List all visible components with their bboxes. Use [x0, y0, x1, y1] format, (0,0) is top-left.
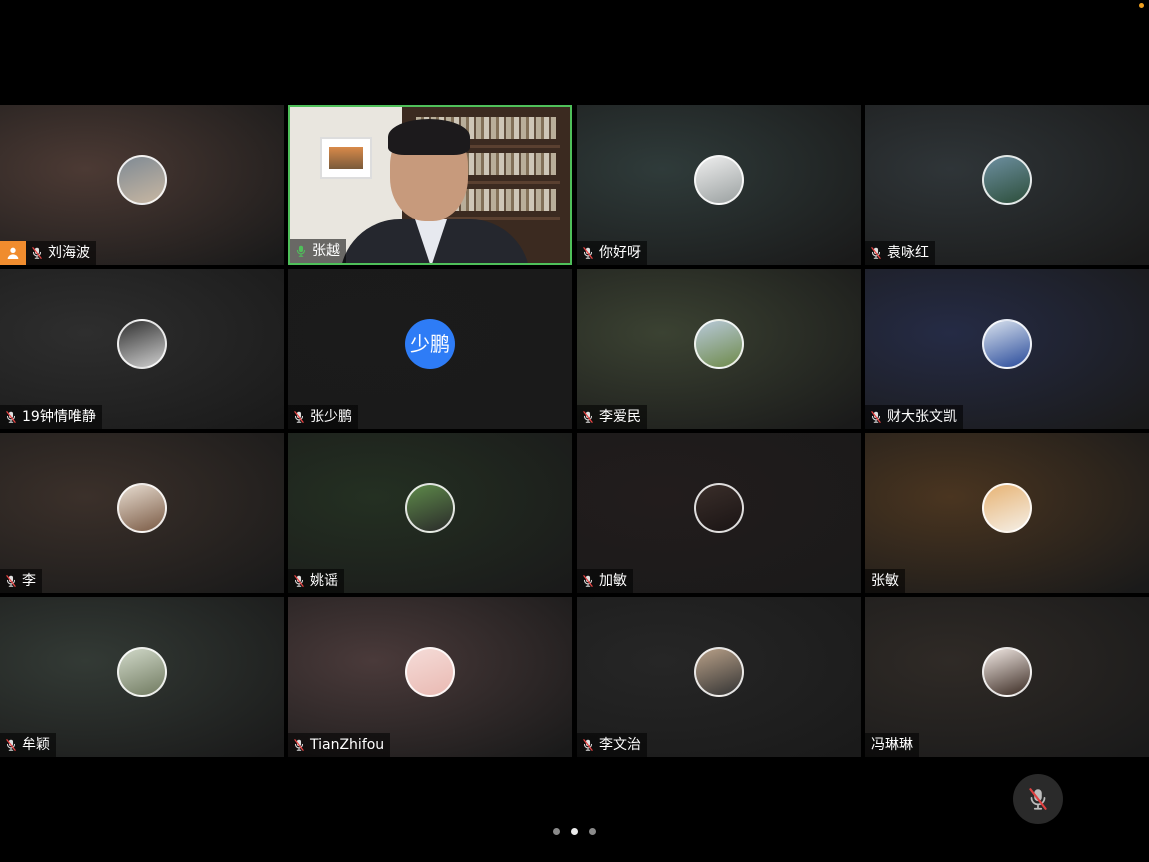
mic-off-icon [292, 574, 306, 588]
participant-name-tag: 加敏 [577, 569, 633, 593]
participant-name-tag: 牟颖 [0, 733, 56, 757]
participant-name-tag: 财大张文凯 [865, 405, 963, 429]
host-badge [0, 241, 26, 265]
mic-off-icon [30, 246, 44, 260]
participant-name: 李爱民 [599, 409, 641, 425]
participant-tile[interactable]: 冯琳琳 [865, 597, 1149, 757]
participant-name-tag: 袁咏红 [865, 241, 935, 265]
avatar [982, 319, 1032, 369]
participant-name: 19钟情唯静 [22, 409, 96, 425]
avatar [117, 483, 167, 533]
participant-name: 姚谣 [310, 573, 338, 589]
participant-name: 财大张文凯 [887, 409, 957, 425]
participant-name-tag: 李文治 [577, 733, 647, 757]
avatar [694, 483, 744, 533]
avatar [694, 647, 744, 697]
avatar [117, 319, 167, 369]
mic-off-icon [869, 246, 883, 260]
participant-tile[interactable]: 袁咏红 [865, 105, 1149, 265]
participant-name-tag: 张敏 [865, 569, 905, 593]
participant-tile[interactable]: 李 [0, 433, 284, 593]
page-dot[interactable] [571, 828, 578, 835]
mic-off-icon [581, 410, 595, 424]
participant-name: 李 [22, 573, 36, 589]
mic-off-icon [292, 410, 306, 424]
avatar [117, 647, 167, 697]
participant-name: 张少鹏 [310, 409, 352, 425]
participant-tile[interactable]: 姚谣 [288, 433, 572, 593]
video-grid: 刘海波 张越 你好呀 袁咏红 19钟情唯静 少鹏 张少鹏 李爱民 财大张文凯李姚谣 加敏 张敏 牟颖 T… [0, 105, 1149, 757]
mic-off-icon [4, 738, 18, 752]
participant-name-tag: 刘海波 [26, 241, 96, 265]
participant-name: 加敏 [599, 573, 627, 589]
participant-name-tag: 你好呀 [577, 241, 647, 265]
participant-name-tag: TianZhifou [288, 733, 391, 757]
participant-name: 刘海波 [48, 245, 90, 261]
mic-off-icon [4, 410, 18, 424]
mic-off-icon [869, 410, 883, 424]
page-dot[interactable] [589, 828, 596, 835]
participant-name-tag: 张少鹏 [288, 405, 358, 429]
participant-tile[interactable]: 张敏 [865, 433, 1149, 593]
page-dot[interactable] [553, 828, 560, 835]
participant-tile[interactable]: 李文治 [577, 597, 861, 757]
wall-picture [320, 137, 372, 179]
participant-name-tag: 冯琳琳 [865, 733, 919, 757]
page-indicator[interactable] [0, 828, 1149, 835]
mic-off-icon [292, 738, 306, 752]
participant-name: 张越 [312, 243, 340, 259]
participant-name: 袁咏红 [887, 245, 929, 261]
participant-name: 你好呀 [599, 245, 641, 261]
mic-off-icon [581, 574, 595, 588]
avatar [982, 155, 1032, 205]
person-icon [7, 247, 19, 259]
participant-tile[interactable]: 张越 [288, 105, 572, 265]
participant-tile[interactable]: TianZhifou [288, 597, 572, 757]
participant-tile[interactable]: 加敏 [577, 433, 861, 593]
participant-name-tag: 张越 [290, 239, 346, 263]
mic-off-icon [1029, 788, 1047, 810]
participant-tile[interactable]: 刘海波 [0, 105, 284, 265]
participant-tile[interactable]: 李爱民 [577, 269, 861, 429]
participant-name-tag: 姚谣 [288, 569, 344, 593]
avatar [982, 483, 1032, 533]
participant-name: TianZhifou [310, 737, 385, 753]
avatar [694, 155, 744, 205]
participant-name-tag: 李 [0, 569, 42, 593]
mic-off-icon [581, 738, 595, 752]
participant-name-tag: 19钟情唯静 [0, 405, 102, 429]
participant-name: 李文治 [599, 737, 641, 753]
avatar [405, 647, 455, 697]
participant-tile[interactable]: 财大张文凯 [865, 269, 1149, 429]
participant-name: 冯琳琳 [871, 737, 913, 753]
avatar [982, 647, 1032, 697]
participant-name-tag: 李爱民 [577, 405, 647, 429]
participant-tile[interactable]: 少鹏张少鹏 [288, 269, 572, 429]
avatar [405, 483, 455, 533]
mic-on-icon [294, 244, 308, 258]
mic-off-icon [581, 246, 595, 260]
avatar-initials: 少鹏 [405, 319, 455, 369]
participant-name: 张敏 [871, 573, 899, 589]
avatar [694, 319, 744, 369]
mute-button[interactable] [1013, 774, 1063, 824]
participant-tile[interactable]: 19钟情唯静 [0, 269, 284, 429]
status-dot [1139, 3, 1144, 8]
participant-tile[interactable]: 你好呀 [577, 105, 861, 265]
mic-off-icon [4, 574, 18, 588]
avatar [117, 155, 167, 205]
participant-tile[interactable]: 牟颖 [0, 597, 284, 757]
participant-name: 牟颖 [22, 737, 50, 753]
